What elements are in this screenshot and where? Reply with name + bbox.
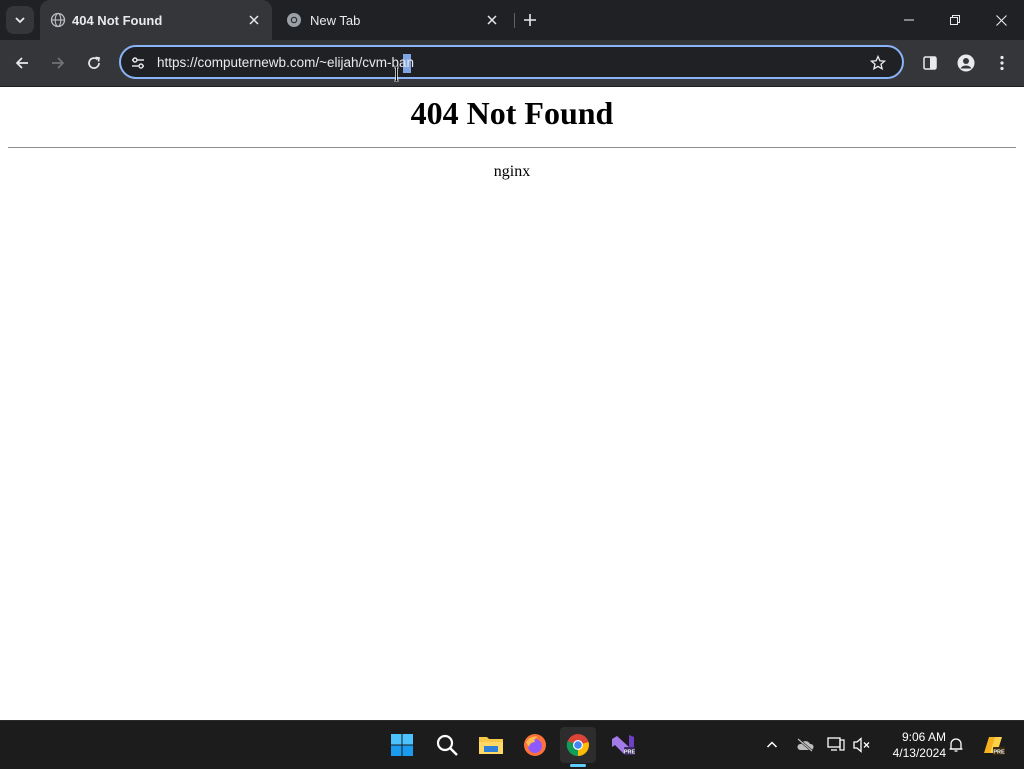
copilot-button[interactable]: PRE: [980, 733, 1006, 757]
tab-search-button[interactable]: [6, 6, 34, 34]
kebab-menu-icon: [1000, 55, 1004, 71]
address-bar[interactable]: https://computernewb.com/~elijah/cvm-ban: [119, 45, 904, 79]
file-explorer-button[interactable]: [473, 727, 509, 763]
start-button[interactable]: [384, 727, 420, 763]
chrome-icon: [286, 12, 302, 28]
notifications-button[interactable]: [946, 735, 966, 755]
visual-studio-preview-button[interactable]: PRE: [605, 727, 641, 763]
plus-icon: [523, 13, 537, 27]
tab-strip: 404 Not Found New Tab: [0, 0, 1024, 40]
close-icon: [995, 14, 1007, 26]
taskbar-search-button[interactable]: [429, 727, 465, 763]
side-panel-button[interactable]: [918, 51, 942, 75]
globe-icon: [50, 12, 66, 28]
restore-icon: [950, 15, 960, 25]
notification-bell-icon: [948, 737, 964, 753]
page-content: 404 Not Found nginx: [0, 87, 1024, 720]
forward-button[interactable]: [46, 51, 70, 75]
active-app-indicator: [570, 764, 586, 767]
tab-new-tab[interactable]: New Tab: [278, 0, 510, 40]
bookmark-star-icon[interactable]: [868, 53, 888, 73]
windows-taskbar: PRE 9:06 AM 4/13/2024 PRE: [0, 720, 1024, 769]
close-window-button[interactable]: [978, 0, 1024, 40]
system-clock[interactable]: 9:06 AM 4/13/2024: [876, 729, 946, 761]
clock-date: 4/13/2024: [892, 746, 946, 760]
menu-button[interactable]: [990, 51, 1014, 75]
chevron-up-icon: [766, 739, 778, 751]
arrow-left-icon: [14, 55, 30, 71]
site-info-icon[interactable]: [129, 54, 147, 72]
restore-button[interactable]: [932, 0, 978, 40]
arrow-right-icon: [50, 55, 66, 71]
volume-muted-icon: [853, 737, 871, 753]
mouse-ibeam-cursor: [393, 66, 400, 82]
divider: [8, 147, 1016, 148]
back-button[interactable]: [10, 51, 34, 75]
clock-time: 9:06 AM: [901, 730, 946, 744]
volume-tray[interactable]: [852, 735, 872, 755]
copilot-icon: PRE: [980, 733, 1006, 757]
chrome-icon: [566, 733, 590, 757]
minimize-button[interactable]: [886, 0, 932, 40]
firefox-button[interactable]: [517, 727, 553, 763]
profile-avatar-icon: [957, 54, 975, 72]
tab-404-not-found[interactable]: 404 Not Found: [40, 0, 272, 40]
onedrive-tray[interactable]: [795, 735, 815, 755]
firefox-icon: [523, 733, 547, 757]
minimize-icon: [904, 15, 914, 25]
onedrive-icon: [796, 738, 814, 752]
tab-separator: [514, 13, 515, 28]
reload-icon: [86, 55, 102, 71]
new-tab-button[interactable]: [520, 10, 540, 30]
server-name: nginx: [493, 163, 531, 180]
svg-text:PRE: PRE: [993, 750, 1005, 756]
url-text[interactable]: https://computernewb.com/~elijah/cvm-ban: [157, 55, 414, 70]
file-explorer-icon: [478, 734, 504, 756]
close-tab-icon[interactable]: [484, 12, 500, 28]
page-title: 404 Not Found: [410, 95, 614, 131]
tab-title: New Tab: [310, 13, 361, 28]
chevron-down-icon: [14, 14, 26, 26]
visual-studio-preview-icon: PRE: [610, 733, 636, 757]
tab-title: 404 Not Found: [72, 13, 163, 28]
reload-button[interactable]: [82, 51, 106, 75]
network-tray[interactable]: [826, 735, 846, 755]
browser-toolbar: https://computernewb.com/~elijah/cvm-ban: [0, 40, 1024, 87]
chrome-button[interactable]: [560, 727, 596, 763]
close-tab-icon[interactable]: [246, 12, 262, 28]
svg-text:PRE: PRE: [624, 750, 636, 756]
network-icon: [827, 737, 845, 753]
windows-start-icon: [390, 733, 414, 757]
search-icon: [435, 733, 459, 757]
side-panel-icon: [922, 55, 938, 71]
show-hidden-icons-button[interactable]: [762, 735, 782, 755]
profile-button[interactable]: [954, 51, 978, 75]
